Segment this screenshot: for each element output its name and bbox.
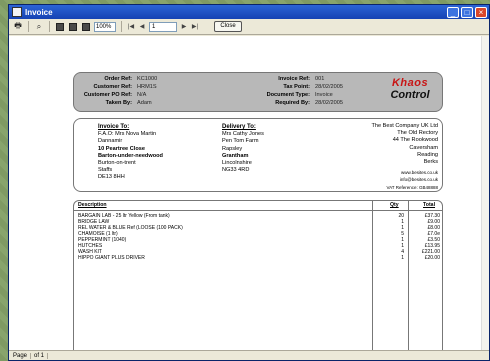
page-number-input[interactable]: 1 — [149, 21, 177, 32]
report-viewer[interactable]: Order Ref: KC1000 Customer Ref: HRM1S Cu… — [9, 36, 483, 352]
company-address-block: The Best Company UK Ltd The Old Rectory … — [371, 123, 438, 190]
header-row: Required By: 28/02/2005 — [275, 100, 343, 106]
header-row: Invoice Ref: 001 — [278, 76, 325, 82]
column-divider — [408, 201, 409, 352]
invoice-header-box: Order Ref: KC1000 Customer Ref: HRM1S Cu… — [73, 72, 443, 112]
two-page-icon[interactable] — [68, 22, 78, 32]
zoom-select[interactable]: 100% — [94, 21, 116, 32]
column-header-total: Total — [423, 202, 436, 208]
toolbar-separator — [28, 21, 29, 32]
next-page-icon[interactable]: ▶ — [180, 22, 188, 32]
vertical-scrollbar[interactable] — [481, 36, 489, 352]
close-window-button[interactable]: × — [475, 6, 487, 18]
column-header-description: Description — [78, 202, 107, 208]
toolbar-separator — [49, 21, 50, 32]
toolbar-separator — [121, 21, 122, 32]
column-header-qty: Qty — [390, 202, 399, 208]
last-page-icon[interactable]: ▶| — [191, 22, 199, 32]
window-title: Invoice — [25, 7, 53, 17]
status-bar: Page of 1 — [9, 350, 489, 360]
khaos-control-logo: Khaos Control — [390, 77, 430, 101]
minimize-button[interactable]: _ — [447, 6, 459, 18]
header-row: Document Type: Invoice — [266, 92, 333, 98]
one-page-icon[interactable] — [55, 22, 65, 32]
invoice-to-block: Invoice To: F.A.O: Mrs Nova Martin Danna… — [98, 124, 163, 181]
first-page-icon[interactable]: |◀ — [127, 22, 135, 32]
status-page-count: of 1 — [34, 352, 49, 359]
prev-page-icon[interactable]: ◀ — [138, 22, 146, 32]
binoculars-icon[interactable]: ⌕ — [34, 22, 44, 32]
header-row: Taken By: Adam — [105, 100, 152, 106]
title-bar[interactable]: Invoice _ □ × — [9, 5, 489, 19]
column-divider — [372, 201, 373, 352]
order-lines-table: Description Qty Total BARGAIN LAB - 25 l… — [73, 200, 443, 352]
maximize-button[interactable]: □ — [461, 6, 473, 18]
header-row: Customer PO Ref: N/A — [83, 92, 147, 98]
delivery-to-block: Delivery To: Mrs Cathy Jones Pen Tom Far… — [222, 124, 264, 174]
multi-page-icon[interactable] — [81, 22, 91, 32]
close-button[interactable]: Close — [214, 21, 242, 32]
status-page-label: Page — [13, 352, 32, 359]
address-box: Invoice To: F.A.O: Mrs Nova Martin Danna… — [73, 118, 443, 192]
toolbar: 🖶 ⌕ 100% |◀ ◀ 1 ▶ ▶| Close — [9, 19, 489, 35]
header-row: Order Ref: KC1000 — [104, 76, 158, 82]
invoice-page: Order Ref: KC1000 Customer Ref: HRM1S Cu… — [59, 38, 477, 352]
header-row: Customer Ref: HRM1S — [93, 84, 157, 90]
app-icon — [12, 7, 22, 17]
print-icon[interactable]: 🖶 — [13, 21, 23, 32]
invoice-window: Invoice _ □ × 🖶 ⌕ 100% |◀ ◀ 1 ▶ ▶| Close… — [8, 4, 490, 361]
header-divider — [74, 210, 442, 211]
header-row: Tax Point: 28/02/2005 — [283, 84, 343, 90]
